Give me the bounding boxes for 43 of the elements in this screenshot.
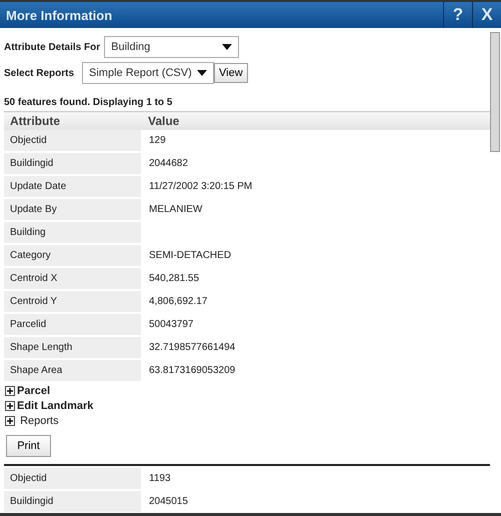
value-cell: 50043797: [142, 313, 490, 336]
value-cell: 129: [142, 130, 490, 152]
scrollbar-thumb[interactable]: [490, 32, 500, 152]
value-cell: 1193: [142, 468, 490, 490]
value-cell: 2044682: [142, 152, 490, 175]
print-button[interactable]: Print: [6, 435, 51, 457]
attribute-cell: Update Date: [4, 175, 142, 198]
attribute-cell: Objectid: [4, 130, 142, 152]
attribute-cell: Centroid Y: [4, 290, 142, 313]
column-header: Value: [142, 112, 490, 130]
value-cell: 32.7198577661494: [142, 336, 490, 359]
value-cell: 4,806,692.17: [142, 290, 490, 313]
value-cell: 540,281.55: [142, 267, 490, 290]
attribute-cell: Parcelid: [4, 313, 142, 336]
value-cell: 2045015: [142, 490, 490, 513]
expandable-section[interactable]: Reports: [4, 413, 490, 428]
help-button[interactable]: ?: [443, 2, 472, 28]
attribute-cell: Buildingid: [4, 490, 142, 513]
expandable-section[interactable]: Parcel: [4, 383, 490, 398]
results-summary: 50 features found. Displaying 1 to 5: [4, 97, 174, 108]
attribute-cell: Update By: [4, 198, 142, 221]
dropdown-caret-icon: [197, 70, 208, 76]
report-dropdown[interactable]: Simple Report (CSV): [82, 62, 214, 84]
layer-dropdown[interactable]: Building: [104, 36, 240, 58]
value-cell: 11/27/2002 3:20:15 PM: [142, 175, 490, 198]
view-button[interactable]: View: [214, 63, 248, 83]
value-cell: 63.8173169053209: [142, 359, 490, 382]
column-header: Attribute: [4, 112, 142, 130]
window-title: More Information: [5, 8, 114, 22]
expandable-section[interactable]: Edit Landmark: [4, 398, 490, 413]
value-cell: SEMI-DETACHED: [142, 244, 490, 267]
attribute-cell: Shape Length: [4, 336, 142, 359]
dropdown-caret-icon: [222, 44, 232, 50]
field-label: Attribute Details For: [4, 42, 100, 52]
attribute-cell: Centroid X: [4, 267, 142, 290]
close-button[interactable]: X: [472, 2, 501, 28]
field-label: Select Reports: [4, 68, 74, 78]
attribute-cell: Buildingid: [4, 152, 142, 175]
attribute-cell: Category: [4, 244, 142, 267]
value-cell: MELANIEW: [142, 198, 490, 221]
attribute-cell: Building: [4, 221, 142, 244]
attribute-cell: Objectid: [4, 468, 142, 490]
attribute-cell: Shape Area: [4, 359, 142, 382]
